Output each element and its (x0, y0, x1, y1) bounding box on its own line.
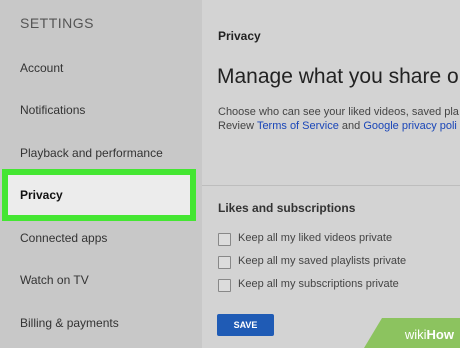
sidebar-item-label: Privacy (20, 188, 63, 202)
sidebar-item-playback[interactable]: Playback and performance (0, 133, 202, 173)
sidebar-item-label: Playback and performance (20, 146, 163, 160)
sidebar-item-watch-on-tv[interactable]: Watch on TV (0, 260, 202, 300)
likes-section-title: Likes and subscriptions (218, 201, 356, 215)
privacy-headline: Manage what you share on Y (217, 65, 460, 88)
sidebar-item-notifications[interactable]: Notifications (0, 90, 202, 130)
checkbox-label: Keep all my subscriptions private (238, 278, 399, 290)
description-prefix: Review (218, 120, 257, 132)
terms-of-service-link[interactable]: Terms of Service (257, 120, 339, 132)
checkbox-label: Keep all my saved playlists private (238, 255, 407, 267)
sidebar-header: SETTINGS (20, 15, 95, 31)
sidebar-item-billing[interactable]: Billing & payments (0, 303, 202, 343)
description-line-1: Choose who can see your liked videos, sa… (218, 106, 459, 118)
watermark-how: How (426, 327, 454, 342)
active-item-background: Privacy (8, 175, 190, 215)
sidebar-item-label: Billing & payments (20, 316, 119, 330)
description-and: and (338, 120, 364, 132)
app-window: SETTINGS Account Notifications Playback … (0, 0, 460, 348)
description-line-2: Review Terms of Service and Google priva… (218, 119, 459, 133)
settings-sidebar: SETTINGS Account Notifications Playback … (0, 0, 202, 348)
privacy-description: Choose who can see your liked videos, sa… (218, 105, 459, 133)
watermark-wiki: wiki (404, 327, 427, 342)
liked-videos-private-checkbox[interactable] (218, 233, 231, 246)
page-title: Privacy (218, 29, 261, 43)
sidebar-item-account[interactable]: Account (0, 48, 202, 88)
saved-playlists-private-checkbox[interactable] (218, 256, 231, 269)
sidebar-item-label: Connected apps (20, 231, 108, 245)
sidebar-item-label: Account (20, 61, 64, 75)
sidebar-item-privacy[interactable]: Privacy (2, 169, 196, 221)
save-button[interactable]: SAVE (217, 314, 274, 336)
sidebar-item-label: Watch on TV (20, 273, 89, 287)
privacy-panel: Privacy Manage what you share on Y Choos… (202, 0, 460, 348)
wikihow-watermark: wikiHow (364, 318, 460, 348)
watermark-text: wikiHow (405, 327, 454, 342)
sidebar-item-connected-apps[interactable]: Connected apps (0, 218, 202, 258)
checkbox-label: Keep all my liked videos private (238, 232, 393, 244)
google-privacy-policy-link[interactable]: Google privacy poli (363, 120, 457, 132)
sidebar-item-label: Notifications (20, 103, 86, 117)
section-divider (202, 185, 460, 186)
subscriptions-private-checkbox[interactable] (218, 279, 231, 292)
